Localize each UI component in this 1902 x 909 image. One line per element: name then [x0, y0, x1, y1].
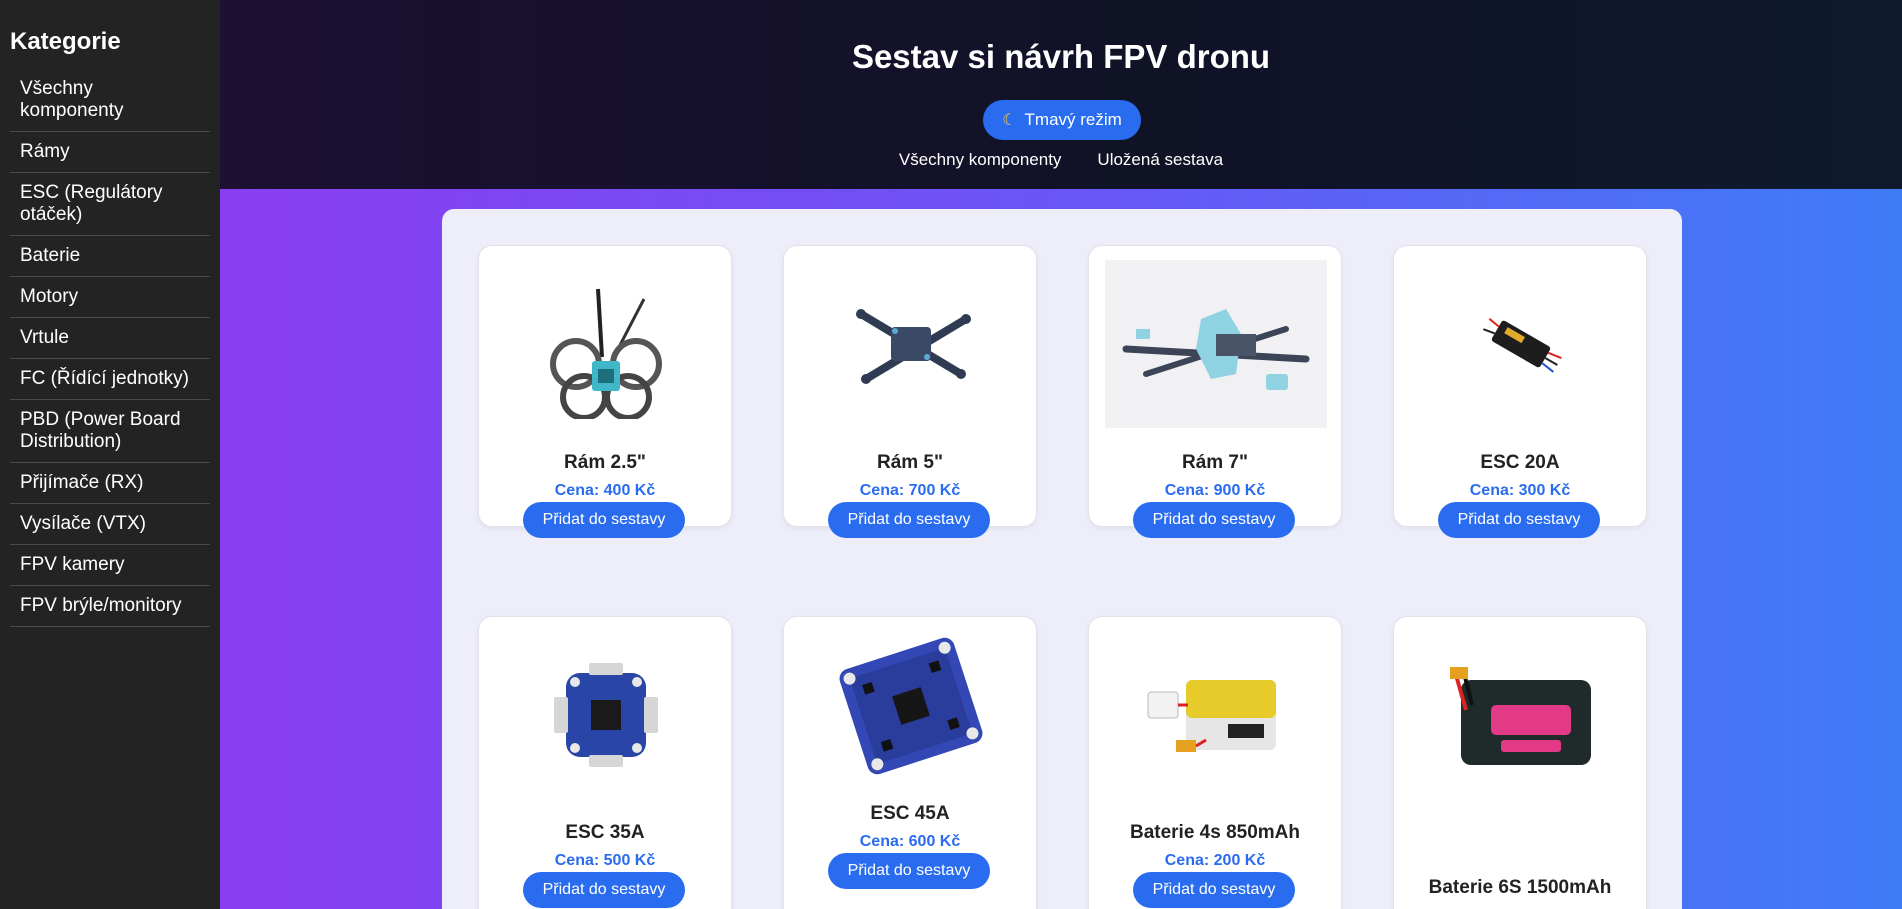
sidebar-item-cameras[interactable]: FPV kamery — [10, 545, 210, 586]
sidebar-item-motors[interactable]: Motory — [10, 277, 210, 318]
product-card: Rám 5" Cena: 700 Kč Přidat do sestavy — [783, 245, 1037, 538]
product-name: Rám 5" — [876, 452, 944, 473]
sidebar-item-goggles[interactable]: FPV brýle/monitory — [10, 586, 210, 627]
nav-all-components[interactable]: Všechny komponenty — [899, 150, 1062, 170]
sidebar-item-frames[interactable]: Rámy — [10, 132, 210, 173]
add-to-build-button[interactable]: Přidat do sestavy — [523, 872, 685, 908]
add-to-build-button[interactable]: Přidat do sestavy — [1133, 872, 1295, 908]
sidebar-item-batteries[interactable]: Baterie — [10, 236, 210, 277]
esc-35a-image — [495, 631, 717, 799]
product-price: Cena: 300 Kč — [1469, 482, 1571, 499]
add-to-build-button[interactable]: Přidat do sestavy — [523, 502, 685, 538]
add-to-build-button[interactable]: Přidat do sestavy — [828, 853, 990, 889]
page-title: Sestav si návrh FPV dronu — [851, 38, 1271, 75]
sidebar-item-esc[interactable]: ESC (Regulátory otáček) — [10, 173, 210, 236]
esc-20a-image — [1410, 260, 1632, 428]
frame-2-5-image — [495, 260, 717, 428]
frame-5-image — [800, 260, 1022, 428]
product-name: ESC 35A — [565, 822, 645, 843]
nav-saved-build[interactable]: Uložená sestava — [1097, 150, 1223, 170]
product-name: Baterie 4s 850mAh — [1129, 822, 1301, 843]
page-header: Sestav si návrh FPV dronu ☾ Tmavý režim … — [220, 0, 1902, 189]
product-card: Baterie 6S 1500mAh — [1393, 616, 1647, 909]
add-to-build-button[interactable]: Přidat do sestavy — [1133, 502, 1295, 538]
product-card: Rám 2.5" Cena: 400 Kč Přidat do sestavy — [478, 245, 732, 538]
product-name: Baterie 6S 1500mAh — [1428, 877, 1612, 898]
dark-mode-label: Tmavý režim — [1024, 110, 1122, 129]
product-price: Cena: 600 Kč — [859, 833, 961, 850]
sidebar-item-pbd[interactable]: PBD (Power Board Distribution) — [10, 400, 210, 463]
product-card: Baterie 4s 850mAh Cena: 200 Kč Přidat do… — [1088, 616, 1342, 909]
battery-6s-image — [1410, 631, 1632, 799]
frame-7-image — [1105, 260, 1327, 428]
esc-45a-image — [800, 631, 1022, 781]
sidebar-item-vtx[interactable]: Vysílače (VTX) — [10, 504, 210, 545]
main-area: Rám 2.5" Cena: 400 Kč Přidat do sestavy — [220, 189, 1902, 909]
product-name: ESC 45A — [870, 803, 950, 824]
sidebar-item-fc[interactable]: FC (Řídící jednotky) — [10, 359, 210, 400]
product-name: Rám 2.5" — [564, 452, 646, 473]
product-name: ESC 20A — [1480, 452, 1560, 473]
product-name: Rám 7" — [1181, 452, 1249, 473]
top-nav: Všechny komponenty Uložená sestava — [220, 150, 1902, 170]
product-card: ESC 35A Cena: 500 Kč Přidat do sestavy — [478, 616, 732, 909]
product-card: Rám 7" Cena: 900 Kč Přidat do sestavy — [1088, 245, 1342, 538]
sidebar-item-propellers[interactable]: Vrtule — [10, 318, 210, 359]
sidebar: Kategorie Všechny komponenty Rámy ESC (R… — [0, 0, 220, 909]
add-to-build-button[interactable]: Přidat do sestavy — [828, 502, 990, 538]
product-panel: Rám 2.5" Cena: 400 Kč Přidat do sestavy — [442, 209, 1682, 909]
sidebar-item-all[interactable]: Všechny komponenty — [10, 69, 210, 132]
product-price: Cena: 200 Kč — [1164, 852, 1266, 869]
sidebar-item-rx[interactable]: Přijímače (RX) — [10, 463, 210, 504]
category-list: Všechny komponenty Rámy ESC (Regulátory … — [10, 69, 210, 627]
add-to-build-button[interactable]: Přidat do sestavy — [1438, 502, 1600, 538]
product-card: ESC 45A Cena: 600 Kč Přidat do sestavy — [783, 616, 1037, 909]
product-price: Cena: 700 Kč — [859, 482, 961, 499]
product-price: Cena: 400 Kč — [554, 482, 656, 499]
moon-icon: ☾ — [1002, 112, 1017, 129]
dark-mode-button[interactable]: ☾ Tmavý režim — [983, 100, 1141, 140]
product-price: Cena: 900 Kč — [1164, 482, 1266, 499]
product-price: Cena: 500 Kč — [554, 852, 656, 869]
product-card: ESC 20A Cena: 300 Kč Přidat do sestavy — [1393, 245, 1647, 538]
battery-4s-image — [1105, 631, 1327, 799]
sidebar-title: Kategorie — [10, 28, 121, 55]
